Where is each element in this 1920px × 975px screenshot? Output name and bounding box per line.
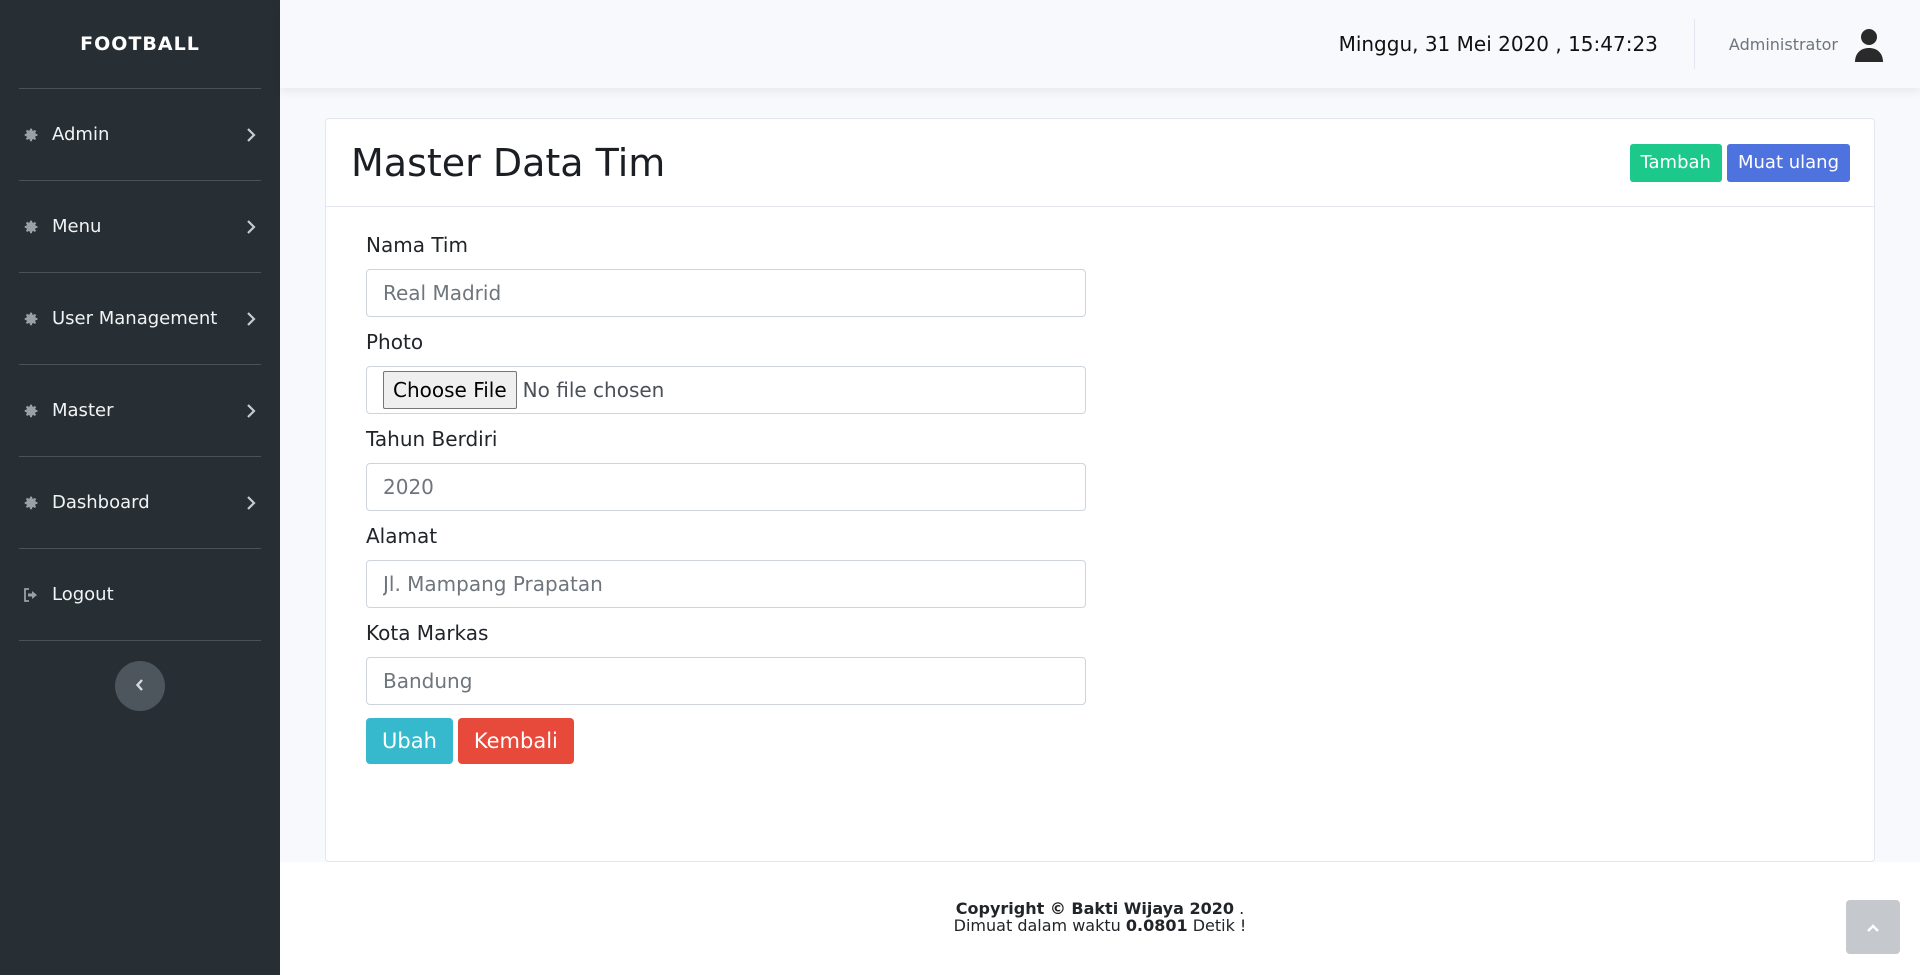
chevron-right-icon xyxy=(246,219,256,234)
submit-button[interactable]: Ubah xyxy=(366,718,453,764)
sidebar-item-user-management[interactable]: User Management xyxy=(0,273,280,364)
user-name[interactable]: Administrator xyxy=(1729,35,1838,54)
form-group-nama-tim: Nama Tim xyxy=(366,233,1834,317)
sidebar: FOOTBALL Admin Menu User Management Mast… xyxy=(0,0,280,975)
photo-file-input[interactable]: Choose File No file chosen xyxy=(366,366,1086,414)
gear-icon xyxy=(22,310,40,328)
chevron-left-icon xyxy=(135,677,145,696)
gear-icon xyxy=(22,494,40,512)
load-time-value: 0.0801 xyxy=(1125,916,1188,935)
master-data-card: Master Data Tim Tambah Muat ulang Nama T… xyxy=(325,118,1875,862)
nama-tim-label: Nama Tim xyxy=(366,233,468,257)
sidebar-toggle-button[interactable] xyxy=(115,661,165,711)
form-body: Nama Tim Photo Choose File No file chose… xyxy=(326,207,1874,764)
form-group-alamat: Alamat xyxy=(366,524,1834,608)
sidebar-item-master[interactable]: Master xyxy=(0,365,280,456)
kota-markas-label: Kota Markas xyxy=(366,621,489,645)
choose-file-button[interactable]: Choose File xyxy=(383,371,517,409)
page-title: Master Data Tim xyxy=(351,140,666,185)
alamat-label: Alamat xyxy=(366,524,438,548)
sidebar-item-admin[interactable]: Admin xyxy=(0,89,280,180)
form-group-kota-markas: Kota Markas xyxy=(366,621,1834,705)
nama-tim-input[interactable] xyxy=(366,269,1086,317)
sidebar-item-label: Dashboard xyxy=(52,492,150,513)
form-actions: Ubah Kembali xyxy=(366,718,1834,764)
footer: Copyright © Bakti Wijaya 2020 . Dimuat d… xyxy=(280,862,1920,975)
form-group-photo: Photo Choose File No file chosen xyxy=(366,330,1834,414)
kota-markas-input[interactable] xyxy=(366,657,1086,705)
tahun-berdiri-label: Tahun Berdiri xyxy=(366,427,498,451)
reload-button[interactable]: Muat ulang xyxy=(1726,143,1850,182)
sidebar-item-label: Menu xyxy=(52,216,102,237)
form-group-tahun-berdiri: Tahun Berdiri xyxy=(366,427,1834,511)
sidebar-item-label: Admin xyxy=(52,124,110,145)
chevron-right-icon xyxy=(246,127,256,142)
add-button[interactable]: Tambah xyxy=(1629,143,1722,182)
load-time-suffix: Detik ! xyxy=(1187,916,1247,935)
sidebar-item-menu[interactable]: Menu xyxy=(0,181,280,272)
alamat-input[interactable] xyxy=(366,560,1086,608)
gear-icon xyxy=(22,126,40,144)
chevron-up-icon xyxy=(1866,918,1880,937)
scroll-to-top-button[interactable] xyxy=(1846,900,1900,954)
gear-icon xyxy=(22,218,40,236)
load-time-line: Dimuat dalam waktu 0.0801 Detik ! xyxy=(280,917,1920,934)
file-status-text: No file chosen xyxy=(522,378,665,402)
load-time-prefix: Dimuat dalam waktu xyxy=(953,916,1126,935)
sidebar-item-label: User Management xyxy=(52,308,218,329)
sidebar-item-dashboard[interactable]: Dashboard xyxy=(0,457,280,548)
datetime-display: Minggu, 31 Mei 2020 , 15:47:23 xyxy=(1338,32,1658,56)
topbar-divider xyxy=(1693,19,1695,69)
card-header: Master Data Tim Tambah Muat ulang xyxy=(326,119,1874,207)
sidebar-item-label: Master xyxy=(52,400,114,421)
sidebar-toggle-wrapper xyxy=(0,641,280,711)
gear-icon xyxy=(22,402,40,420)
tahun-berdiri-input[interactable] xyxy=(366,463,1086,511)
photo-label: Photo xyxy=(366,330,424,354)
copyright-line: Copyright © Bakti Wijaya 2020 . xyxy=(280,900,1920,917)
back-button[interactable]: Kembali xyxy=(457,718,574,764)
topbar: Minggu, 31 Mei 2020 , 15:47:23 Administr… xyxy=(280,0,1920,88)
chevron-right-icon xyxy=(246,403,256,418)
sidebar-item-label: Logout xyxy=(52,584,114,605)
sidebar-item-logout[interactable]: Logout xyxy=(0,549,280,640)
user-avatar-icon[interactable] xyxy=(1852,26,1886,62)
chevron-right-icon xyxy=(246,311,256,326)
sign-out-icon xyxy=(22,586,40,604)
brand-logo[interactable]: FOOTBALL xyxy=(0,0,280,88)
chevron-right-icon xyxy=(246,495,256,510)
